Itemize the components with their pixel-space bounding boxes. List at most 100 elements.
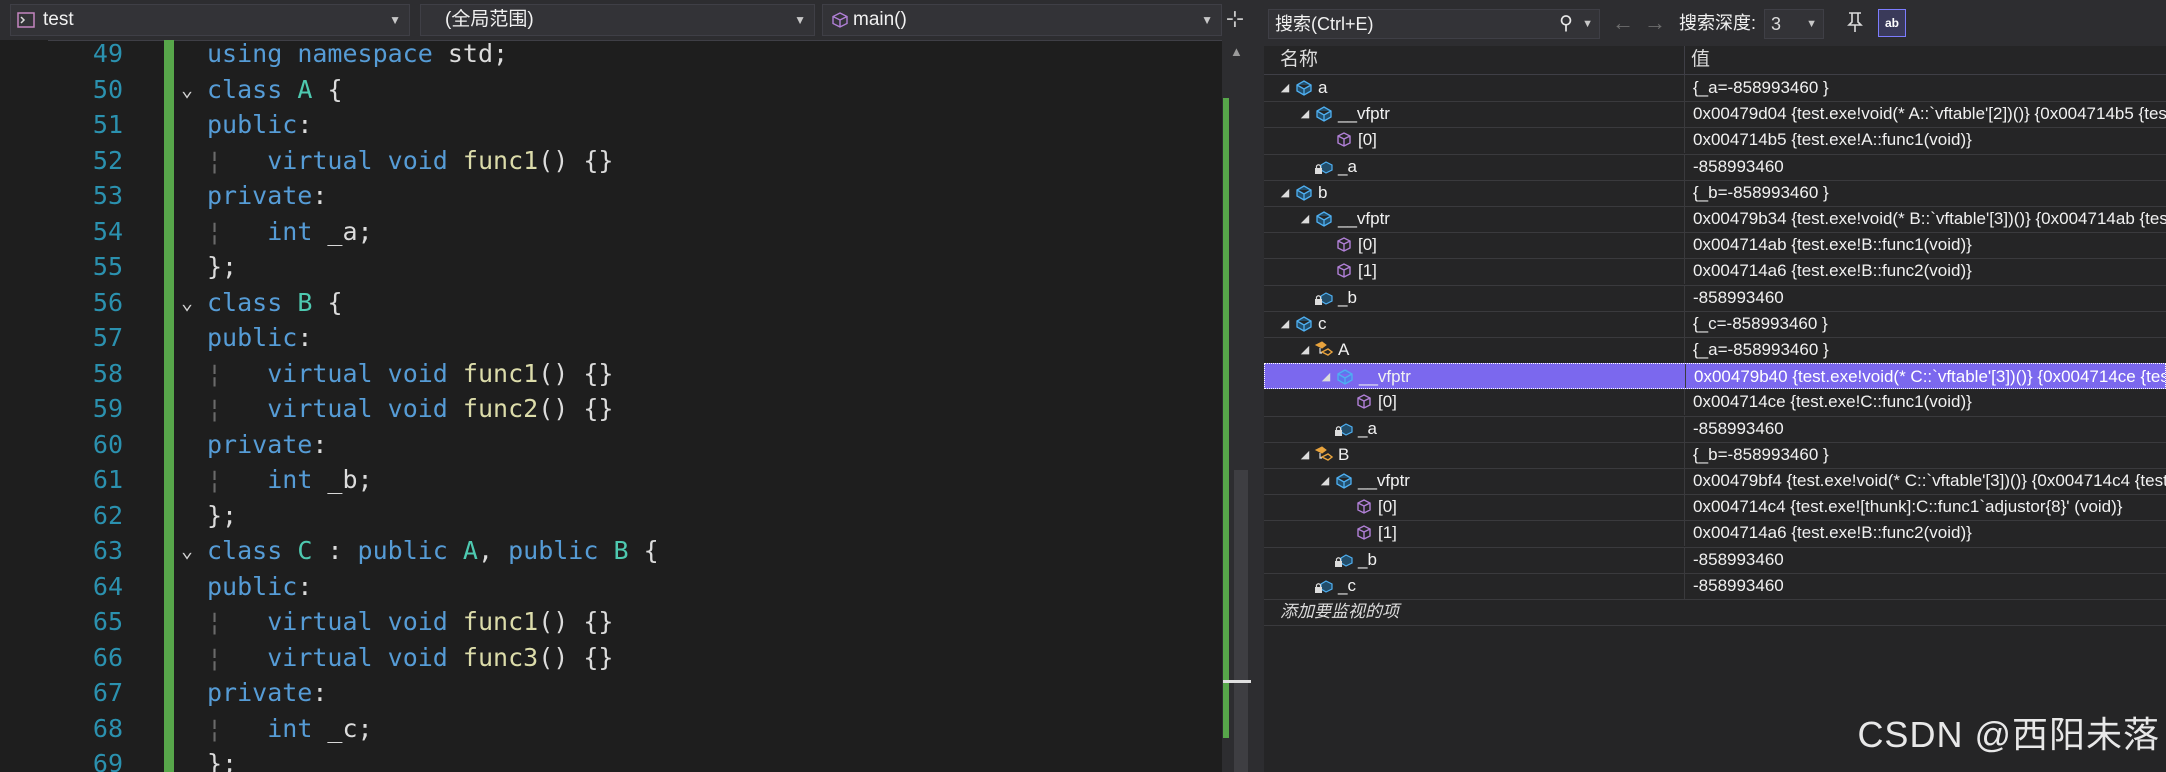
code-line[interactable]: 60 private: [0,426,1222,462]
code-token: : [312,181,328,210]
scroll-up-icon[interactable]: ▲ [1230,44,1243,59]
project-icon [17,12,35,28]
code-token: namespace [297,40,433,68]
watch-row[interactable]: ◢ b {_b=-858993460 } [1264,179,2166,207]
watch-row[interactable]: [1] 0x004714a6 {test.exe!B::func2(void)} [1264,520,2166,548]
column-header-name[interactable]: 名称 [1280,46,1318,74]
object-icon [1314,209,1334,229]
scope-dropdown-label: (全局范围) [445,9,534,30]
watch-value: -858993460 [1684,284,2166,311]
line-number: 56 [92,287,123,317]
watch-row[interactable]: [1] 0x004714a6 {test.exe!B::func2(void)} [1264,258,2166,286]
watch-row[interactable]: ◢ a {_a=-858993460 } [1264,75,2166,103]
watch-row[interactable]: [0] 0x004714ce {test.exe!C::func1(void)} [1264,389,2166,417]
code-token: A [462,536,478,565]
watch-row[interactable]: ◢ __vfptr 0x00479b40 {test.exe!void(* C::`… [1264,363,2166,390]
code-line[interactable]: 69}; [0,746,1222,772]
hex-display-button[interactable]: ab [1878,9,1906,37]
code-token: ¦ [207,216,268,246]
code-token: virtual [267,145,373,175]
watch-row[interactable]: ◢ __vfptr 0x00479bf4 {test.exe!void(* C::`… [1264,468,2166,496]
add-watch-row[interactable]: 添加要监视的项 [1264,599,2166,627]
code-token: () {} [538,145,614,175]
watch-row[interactable]: _b -858993460 [1264,284,2166,312]
expand-toggle-icon[interactable]: ◢ [1278,180,1292,206]
fold-toggle-icon[interactable]: ⌄ [181,285,193,321]
code-line[interactable]: 51 public: [0,107,1222,143]
code-line[interactable]: 68 ¦ int _c; [0,710,1222,746]
caret-position-marker [1223,680,1251,683]
pin-button[interactable] [1842,10,1868,36]
search-icon[interactable]: ⚲ [1559,10,1573,38]
code-line[interactable]: 54 ¦ int _a; [0,213,1222,249]
watch-row[interactable]: [0] 0x004714c4 {test.exe![thunk]:C::func1… [1264,494,2166,522]
code-line[interactable]: 62}; [0,497,1222,533]
expand-toggle-icon[interactable]: ◢ [1298,337,1312,363]
watch-row[interactable]: [0] 0x004714ab {test.exe!B::func1(void)} [1264,232,2166,260]
scope-dropdown[interactable]: (全局范围) ▼ [420,4,815,36]
project-dropdown[interactable]: test ▼ [10,4,410,36]
expand-toggle-icon[interactable]: ◢ [1318,468,1332,494]
line-number: 59 [92,394,123,423]
split-editor-button[interactable]: ⊹ [1224,8,1246,32]
object-icon [1294,314,1314,334]
expand-toggle-icon[interactable]: ◢ [1278,75,1292,101]
watch-row[interactable]: ◢ __vfptr 0x00479b34 {test.exe!void(* B::`… [1264,206,2166,234]
code-token: C [297,536,313,565]
watch-row[interactable]: ◢ __vfptr 0x00479d04 {test.exe!void(* A::`… [1264,101,2166,129]
expand-toggle-icon[interactable]: ◢ [1319,364,1333,388]
watch-row[interactable]: _c -858993460 [1264,572,2166,600]
code-line[interactable]: 49 using namespace std; [0,40,1222,72]
code-text: private: [207,178,327,214]
code-text: class B { [207,285,343,321]
watch-value: {_b=-858993460 } [1684,179,2166,206]
expand-toggle-icon[interactable]: ◢ [1278,311,1292,337]
editor-scrollbar[interactable]: ▲ [1222,40,1252,772]
code-line[interactable]: 52 ¦ virtual void func1() {} [0,142,1222,178]
code-line[interactable]: 65 ¦ virtual void func1() {} [0,604,1222,640]
watch-name: __vfptr [1338,209,1390,228]
watch-row[interactable]: [0] 0x004714b5 {test.exe!A::func1(void)} [1264,127,2166,155]
code-line[interactable]: 64 public: [0,568,1222,604]
code-line[interactable]: 53 private: [0,178,1222,214]
code-line[interactable]: 58 ¦ virtual void func1() {} [0,355,1222,391]
expand-toggle-icon[interactable]: ◢ [1298,442,1312,468]
code-line[interactable]: 55}; [0,249,1222,285]
private-field-icon [1314,576,1334,596]
code-line[interactable]: 56 ⌄ class B { [0,284,1222,321]
code-line[interactable]: 67 private: [0,675,1222,711]
expand-toggle-icon[interactable]: ◢ [1298,206,1312,232]
scrollbar-thumb[interactable] [1234,470,1248,772]
code-token: { [628,536,659,565]
watch-row[interactable]: _b -858993460 [1264,546,2166,574]
column-header-value[interactable]: 值 [1684,46,1710,74]
change-indicator [164,604,174,640]
expand-toggle-icon[interactable]: ◢ [1298,101,1312,127]
watermark: CSDN @西阳未落 [1857,714,2160,755]
change-indicator [164,568,174,604]
code-area[interactable]: 49 using namespace std; 50 ⌄ class A {51 publ… [0,40,1222,772]
pane-divider[interactable] [1252,0,1264,772]
code-line[interactable]: 59 ¦ virtual void func2() {} [0,391,1222,427]
chevron-down-icon[interactable]: ▼ [1582,10,1593,38]
forward-arrow-icon[interactable]: → [1644,9,1666,37]
code-line[interactable]: 63 ⌄ class C : public A, public B { [0,533,1222,569]
code-line[interactable]: 66 ¦ virtual void func3() {} [0,639,1222,675]
watch-row[interactable]: _a -858993460 [1264,415,2166,443]
watch-row[interactable]: ◢ c {_c=-858993460 } [1264,310,2166,338]
search-depth-dropdown[interactable]: 3 ▼ [1764,9,1824,39]
code-line[interactable]: 61 ¦ int _b; [0,462,1222,498]
fold-toggle-icon[interactable]: ⌄ [181,533,193,569]
code-text: ¦ virtual void func2() {} [207,391,613,427]
back-arrow-icon[interactable]: ← [1612,9,1634,37]
fold-toggle-icon[interactable]: ⌄ [181,72,193,108]
search-placeholder: 搜索(Ctrl+E) [1275,14,1374,34]
watch-row[interactable]: _a -858993460 [1264,153,2166,181]
watch-row[interactable]: ◢ B {_b=-858993460 } [1264,441,2166,469]
member-dropdown[interactable]: main() ▼ [822,4,1222,36]
code-line[interactable]: 57 public: [0,320,1222,356]
search-input[interactable]: 搜索(Ctrl+E) ⚲ ▼ [1268,9,1600,39]
code-line[interactable]: 50 ⌄ class A { [0,71,1222,108]
watch-row[interactable]: ◢ A {_a=-858993460 } [1264,337,2166,365]
